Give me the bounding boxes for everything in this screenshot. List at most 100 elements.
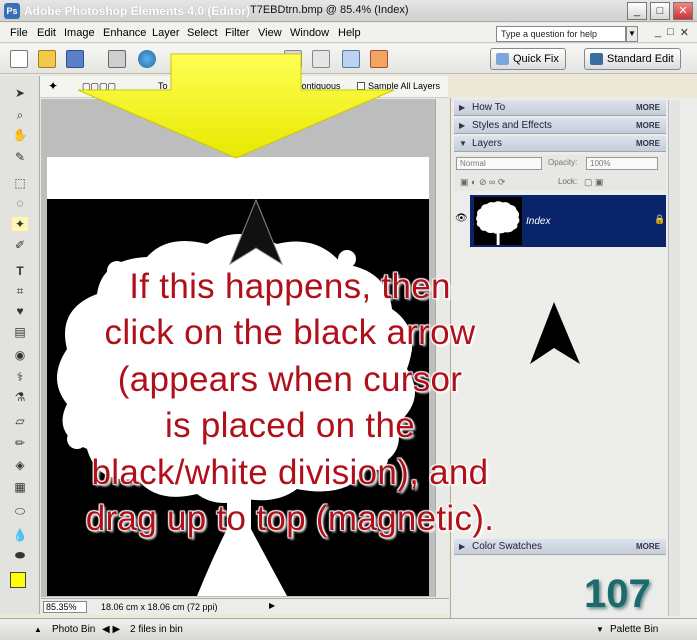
sponge-tool-icon[interactable]: ⬬ [12, 548, 28, 562]
quick-fix-button[interactable]: Quick Fix [490, 48, 566, 70]
maximize-button[interactable]: □ [650, 2, 670, 20]
help-search-input[interactable]: Type a question for help [496, 26, 626, 42]
minimize-button[interactable]: _ [627, 2, 647, 20]
menu-window[interactable]: Window [290, 27, 329, 39]
new-file-icon[interactable] [10, 50, 28, 68]
callout-line-5: black/white division), and [91, 452, 489, 492]
how-to-more-button[interactable]: MORE [636, 100, 660, 116]
page-number: 107 [584, 572, 651, 616]
app-icon: Ps [4, 3, 20, 19]
visibility-eye-icon[interactable]: 👁 [455, 213, 468, 224]
layers-title: Layers [472, 138, 503, 149]
layers-options: Normal Opacity: 100% ▣ ◐ ⊘ ∞ ⟳ Lock: ▢ ▣ [454, 155, 666, 191]
lock-icons[interactable]: ▢ ▣ [584, 177, 604, 188]
palette-scrollbar[interactable] [668, 100, 680, 616]
blur-tool-icon[interactable]: 💧 [12, 528, 28, 542]
document-title: T7EBDtrn.bmp @ 85.4% (Index) [250, 4, 409, 16]
menu-layer[interactable]: Layer [152, 27, 180, 39]
collapse-icon: ▼ [459, 139, 467, 148]
callout-line-1: If this happens, then [129, 267, 451, 306]
callout-line-3: (appears when cursor [117, 359, 463, 399]
callout-line-2: click on the black arrow [104, 313, 476, 353]
menu-file[interactable]: File [10, 27, 28, 39]
layers-more-button[interactable]: MORE [636, 136, 660, 152]
foreground-color-swatch[interactable] [10, 572, 26, 588]
app-title: Adobe Photoshop Elements 4.0 (Editor) [24, 4, 251, 18]
color-swatches-title: Color Swatches [472, 541, 543, 552]
paint-bucket-tool-icon[interactable]: ◈ [12, 458, 28, 472]
title-bar: Ps Adobe Photoshop Elements 4.0 (Editor)… [0, 0, 697, 22]
menu-filter[interactable]: Filter [225, 27, 249, 39]
magic-wand-tool-icon[interactable]: ✦ [12, 217, 28, 231]
help-dropdown-icon[interactable]: ▼ [626, 26, 638, 42]
menu-image[interactable]: Image [64, 27, 95, 39]
menu-edit[interactable]: Edit [37, 27, 56, 39]
quick-fix-icon [496, 53, 509, 65]
callout-line-4: is placed on the [165, 406, 415, 446]
color-swatches-more-button[interactable]: MORE [636, 539, 660, 555]
layers-panel-header[interactable]: ▼ Layers MORE [454, 136, 666, 152]
status-bar: 85.35% 18.06 cm x 18.06 cm (72 ppi) ▶ [41, 598, 449, 614]
palette-bin-toggle-icon[interactable]: ▼ [596, 625, 604, 634]
tools-panel: ➤ ⌕ ✋ ✎ ⬚ ◌ ✦ ✐ T ⌗ ♥ ▤ ◉ ⚕ ⚗ ▱ ✏ ◈ ▦ ⬭ … [0, 76, 40, 614]
gradient-tool-icon[interactable]: ▦ [12, 480, 28, 494]
lock-label: Lock: [558, 177, 578, 186]
photo-bin-options-icon[interactable]: ◀ ▶ [102, 624, 120, 635]
zoom-level-field[interactable]: 85.35% [43, 601, 87, 613]
photo-bin-label[interactable]: Photo Bin [52, 624, 95, 635]
healing-brush-tool-icon[interactable]: ⚕ [12, 370, 28, 384]
lasso-tool-icon[interactable]: ◌ [12, 196, 28, 210]
magic-wand-icon: ✦ [48, 79, 59, 93]
pencil-tool-icon[interactable]: ✏ [12, 436, 28, 450]
canvas-white-area [47, 157, 429, 199]
selection-brush-tool-icon[interactable]: ✐ [12, 238, 28, 252]
open-folder-icon[interactable] [38, 50, 56, 68]
cursor-arrow-icon[interactable] [228, 198, 284, 270]
shape-tool-icon[interactable]: ⬭ [12, 504, 28, 518]
opacity-field[interactable]: 100% [586, 157, 658, 170]
layer-name: Index [526, 216, 551, 227]
big-down-arrow-icon [77, 53, 395, 159]
blend-mode-select[interactable]: Normal [456, 157, 542, 170]
crop-tool-icon[interactable]: ⌗ [12, 284, 28, 298]
menu-help[interactable]: Help [338, 27, 361, 39]
menu-enhance[interactable]: Enhance [103, 27, 146, 39]
styles-effects-panel-header[interactable]: ▶ Styles and Effects MORE [454, 118, 666, 134]
status-menu-icon[interactable]: ▶ [269, 601, 275, 610]
hand-tool-icon[interactable]: ✋ [12, 128, 28, 142]
palette-bin-label[interactable]: Palette Bin [610, 624, 658, 635]
doc-close-button[interactable]: ✕ [680, 26, 689, 39]
photo-bin-toggle-icon[interactable]: ▲ [34, 625, 42, 634]
type-tool-icon[interactable]: T [12, 264, 28, 278]
expand-icon: ▶ [459, 121, 466, 130]
straighten-tool-icon[interactable]: ▤ [12, 325, 28, 339]
doc-minimize-button[interactable]: _ [655, 26, 661, 39]
clone-stamp-tool-icon[interactable]: ⚗ [12, 390, 28, 404]
layer-action-icons[interactable]: ▣ ◐ ⊘ ∞ ⟳ [460, 177, 505, 188]
eyedropper-tool-icon[interactable]: ✎ [12, 150, 28, 164]
layer-thumbnail [474, 197, 522, 245]
move-tool-icon[interactable]: ➤ [12, 86, 28, 100]
doc-restore-button[interactable]: □ [667, 26, 674, 39]
cookie-cutter-tool-icon[interactable]: ♥ [12, 304, 28, 318]
zoom-tool-icon[interactable]: ⌕ [12, 108, 28, 122]
styles-effects-more-button[interactable]: MORE [636, 118, 660, 134]
quick-fix-label: Quick Fix [513, 53, 559, 65]
menu-select[interactable]: Select [187, 27, 218, 39]
black-arrow-example-icon [530, 302, 580, 364]
expand-icon: ▶ [459, 103, 466, 112]
instruction-callout: If this happens, then click on the black… [50, 264, 530, 542]
eraser-tool-icon[interactable]: ▱ [12, 414, 28, 428]
files-in-bin-label: 2 files in bin [130, 624, 183, 635]
standard-edit-icon [590, 53, 603, 65]
layer-lock-icon: 🔒 [654, 214, 666, 224]
close-button[interactable]: ✕ [673, 2, 693, 20]
marquee-tool-icon[interactable]: ⬚ [12, 176, 28, 190]
how-to-panel-header[interactable]: ▶ How To MORE [454, 100, 666, 116]
bottom-bar: ▲ Photo Bin ◀ ▶ 2 files in bin ▼ Palette… [0, 618, 697, 640]
menu-view[interactable]: View [258, 27, 282, 39]
document-size-info: 18.06 cm x 18.06 cm (72 ppi) [101, 602, 218, 612]
how-to-title: How To [472, 102, 506, 113]
red-eye-tool-icon[interactable]: ◉ [12, 348, 28, 362]
standard-edit-button[interactable]: Standard Edit [584, 48, 681, 70]
